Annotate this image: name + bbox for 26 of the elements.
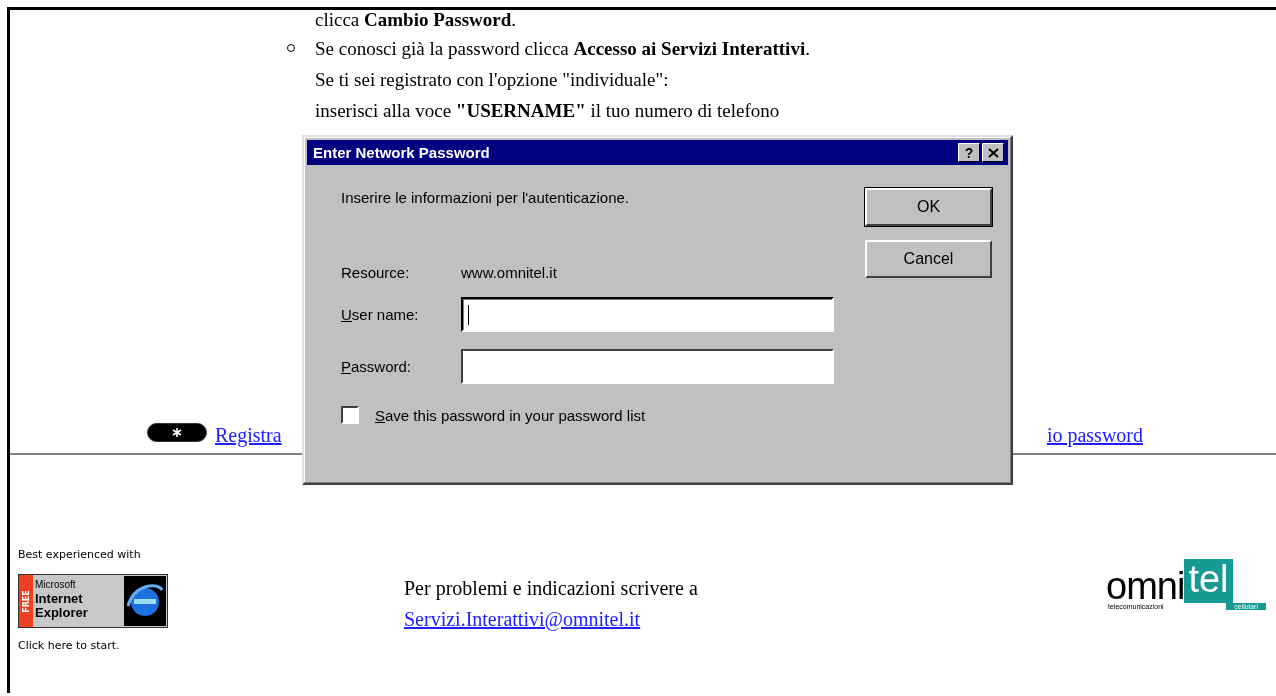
- instruction-text: Se ti sei registrato con l'opzione "individuale":: [315, 68, 669, 91]
- globe-icon: [124, 576, 166, 626]
- input-field[interactable]: [461, 349, 834, 384]
- field-label: User name:: [341, 306, 420, 323]
- email-link[interactable]: Servizi.Interattivi@omnitel.it: [404, 608, 641, 630]
- dialog-button[interactable]: OK: [865, 188, 992, 226]
- resource-label: Resource:: [341, 264, 411, 281]
- checkbox[interactable]: [341, 406, 359, 424]
- input-field[interactable]: [461, 297, 834, 332]
- checkbox-label: Save this password in your password list: [375, 406, 646, 424]
- message-text: Inserire le informazioni per l'autenticazione.: [341, 189, 630, 208]
- dialog-title: Enter Network Password: [313, 144, 491, 161]
- close-icon: [987, 147, 999, 158]
- dialog-button[interactable]: Cancel: [865, 240, 992, 278]
- nav-link[interactable]: Registra: [215, 423, 282, 447]
- instruction-text: inserisci alla voce "USERNAME" il tuo numero di telefono: [315, 99, 780, 122]
- contact-text: Per problemi e indicazioni scrivere a: [404, 576, 698, 602]
- instruction-text: clicca Cambio Password.: [315, 9, 517, 31]
- help-button[interactable]: ?: [958, 143, 980, 162]
- instruction-text: Se conosci già la password clicca Accesso ai Servizi Interattivi.: [315, 37, 810, 60]
- nav-link[interactable]: io password: [1046, 423, 1143, 447]
- browser-note: Best experienced with: [18, 548, 142, 561]
- resource-value: www.omnitel.it: [461, 264, 557, 281]
- close-button[interactable]: [982, 143, 1004, 162]
- field-label: Password:: [341, 358, 413, 375]
- start-note: Click here to start.: [18, 639, 121, 652]
